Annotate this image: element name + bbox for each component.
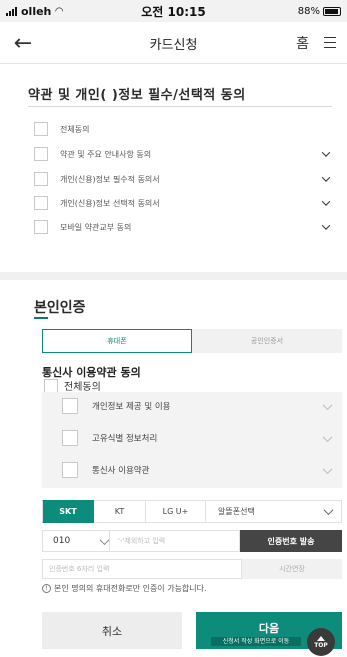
term-label: 고유식별 정보처리: [92, 434, 158, 444]
checkbox[interactable]: [62, 398, 78, 414]
phone-prefix-value: 010: [53, 536, 71, 546]
term-row-required-consent[interactable]: 개인(신용)정보 필수적 동의서: [34, 170, 330, 188]
carrier-agree-all-checkbox[interactable]: [44, 378, 58, 393]
verification-code-input[interactable]: [42, 559, 242, 579]
term-label: 통신사 이용약관: [92, 466, 150, 476]
term-label: 전체동의: [60, 124, 90, 134]
divider: [28, 106, 332, 107]
agree-all-checkbox[interactable]: [34, 122, 48, 136]
carrier-kt-button[interactable]: KT: [94, 500, 146, 523]
battery-percent: 88%: [297, 5, 320, 17]
back-arrow-icon[interactable]: ←: [8, 28, 38, 58]
term-label: 약관 및 주요 안내사항 동의: [60, 149, 152, 159]
identity-section-title: 본인인증: [34, 300, 86, 316]
chevron-down-icon: [99, 536, 109, 546]
checkbox[interactable]: [34, 147, 48, 161]
chevron-down-icon[interactable]: [322, 433, 332, 443]
cancel-button[interactable]: 취소: [42, 612, 182, 649]
arrow-up-icon: [317, 635, 325, 641]
terms-section-title: 약관 및 개인( )정보 필수/선택적 동의: [28, 88, 246, 103]
auth-method-tabs: 휴대폰 공인인증서: [42, 329, 342, 353]
chevron-down-icon: [323, 507, 333, 517]
chevron-down-icon[interactable]: [322, 150, 330, 158]
verification-code-row: 시간연장: [42, 559, 342, 579]
menu-icon[interactable]: [319, 32, 343, 52]
carrier-term-row[interactable]: 개인정보 제공 및 이용: [62, 398, 332, 414]
checkbox[interactable]: [62, 462, 78, 478]
app-header: ← 카드신청 홈: [0, 22, 347, 64]
term-row-terms-notice[interactable]: 약관 및 주요 안내사항 동의: [34, 145, 330, 163]
term-label: 개인(신용)정보 선택적 동의서: [60, 198, 160, 208]
page-title: 카드신청: [149, 38, 198, 53]
status-bar: olleh ◠ 오전 10:15 88%: [0, 0, 347, 22]
tab-mobile-phone[interactable]: 휴대폰: [42, 329, 192, 353]
notice-label: 본인 명의의 휴대전화로만 인증이 가능합니다.: [54, 584, 207, 593]
phone-number-input[interactable]: [110, 530, 240, 552]
status-time: 오전 10:15: [141, 4, 206, 19]
send-code-button[interactable]: 인증번호 발송: [240, 530, 342, 552]
info-icon: !: [42, 584, 51, 593]
term-label: 개인정보 제공 및 이용: [92, 402, 171, 412]
carrier-lgu-button[interactable]: LG U+: [146, 500, 206, 523]
checkbox[interactable]: [34, 172, 48, 186]
phone-prefix-select[interactable]: 010: [42, 530, 110, 552]
term-label: 개인(신용)정보 필수적 동의서: [60, 174, 160, 184]
checkbox[interactable]: [34, 196, 48, 210]
term-row-agree-all[interactable]: 전체동의: [34, 120, 330, 138]
checkbox[interactable]: [62, 430, 78, 446]
chevron-down-icon[interactable]: [322, 223, 330, 231]
next-label: 다음: [258, 622, 280, 635]
phone-number-row: 010 인증번호 발송: [42, 530, 342, 552]
carrier-terms-panel: 개인정보 제공 및 이용 고유식별 정보처리 통신사 이용약관: [42, 392, 342, 488]
top-label: TOP: [314, 641, 328, 649]
carrier-term-row[interactable]: 통신사 이용약관: [62, 462, 332, 478]
battery-icon: [323, 6, 341, 16]
chevron-down-icon[interactable]: [322, 401, 332, 411]
next-caption: 신청서 작성 화면으로 이동: [211, 637, 301, 646]
mvno-select-label: 알뜰폰선택: [218, 507, 255, 516]
checkbox[interactable]: [34, 220, 48, 234]
tab-certificate[interactable]: 공인인증서: [192, 329, 342, 353]
carrier-selector: SKT KT LG U+ 알뜰폰선택: [42, 500, 342, 523]
carrier-term-row[interactable]: 고유식별 정보처리: [62, 430, 332, 446]
carrier-agree-all-row[interactable]: 전체동의: [44, 378, 101, 393]
agree-all-label: 전체동의: [64, 382, 101, 393]
title-accent-bar: [34, 317, 48, 319]
chevron-down-icon[interactable]: [322, 199, 330, 207]
home-link[interactable]: 홈: [296, 33, 309, 53]
mvno-select[interactable]: 알뜰폰선택: [206, 500, 342, 523]
carrier-skt-button[interactable]: SKT: [42, 500, 94, 523]
notice-text: ! 본인 명의의 휴대전화로만 인증이 가능합니다.: [42, 583, 207, 594]
term-label: 모바일 약관교부 동의: [60, 222, 132, 232]
scroll-top-button[interactable]: TOP: [307, 628, 335, 656]
term-row-mobile-terms[interactable]: 모바일 약관교부 동의: [34, 218, 330, 236]
extend-time-button[interactable]: 시간연장: [242, 559, 342, 579]
term-row-optional-consent[interactable]: 개인(신용)정보 선택적 동의서: [34, 194, 330, 212]
chevron-down-icon[interactable]: [322, 465, 332, 475]
section-divider: [0, 272, 347, 280]
chevron-down-icon[interactable]: [322, 175, 330, 183]
